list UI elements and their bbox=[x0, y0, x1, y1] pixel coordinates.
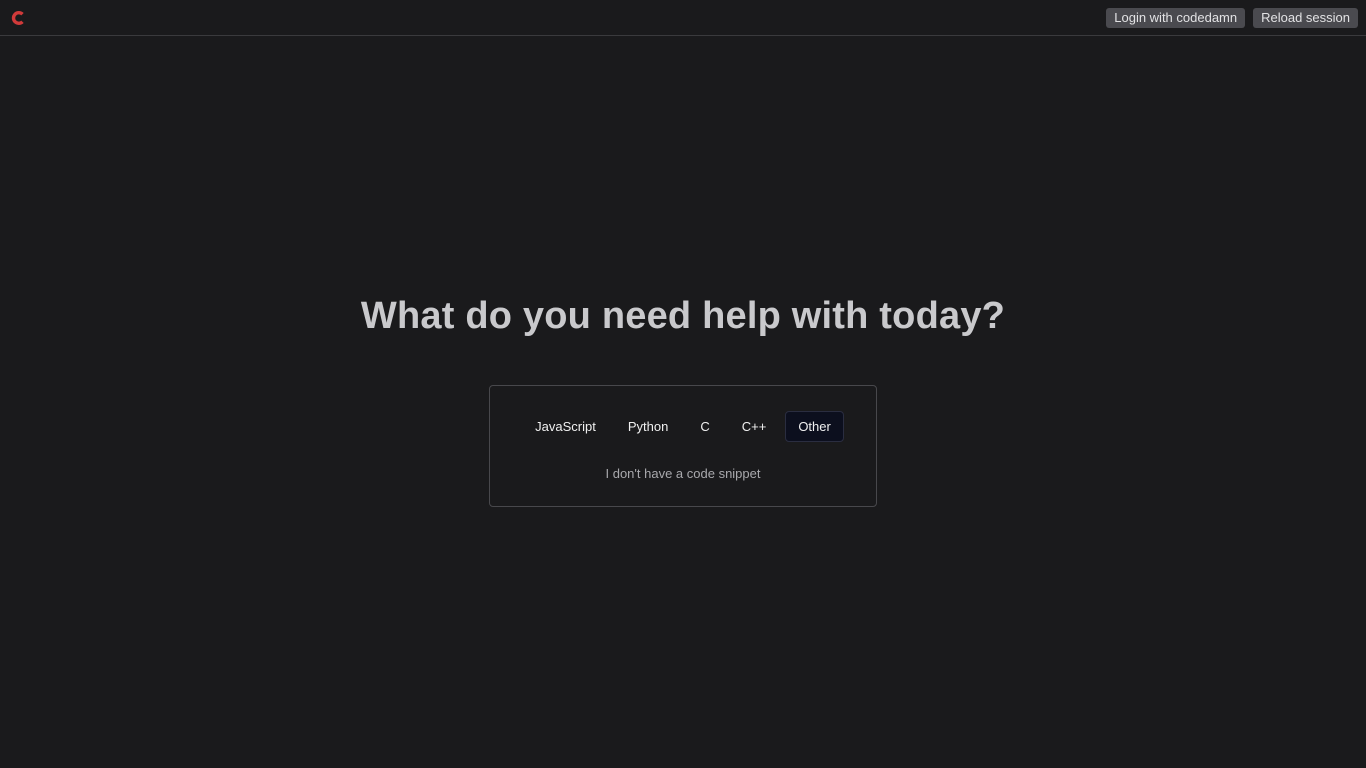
page-title: What do you need help with today? bbox=[360, 295, 1006, 337]
login-button[interactable]: Login with codedamn bbox=[1106, 8, 1246, 28]
language-option-python[interactable]: Python bbox=[615, 411, 681, 442]
language-options: JavaScript Python C C++ Other bbox=[490, 411, 876, 442]
codedamn-logo-icon[interactable] bbox=[10, 8, 26, 28]
reload-session-button[interactable]: Reload session bbox=[1253, 8, 1358, 28]
language-option-c[interactable]: C bbox=[687, 411, 722, 442]
language-option-cpp[interactable]: C++ bbox=[729, 411, 780, 442]
language-option-javascript[interactable]: JavaScript bbox=[522, 411, 609, 442]
language-picker-panel: JavaScript Python C C++ Other I don't ha… bbox=[489, 385, 877, 507]
no-snippet-link[interactable]: I don't have a code snippet bbox=[490, 466, 876, 481]
top-bar: Login with codedamn Reload session bbox=[0, 0, 1366, 36]
top-actions: Login with codedamn Reload session bbox=[1106, 8, 1358, 28]
language-option-other[interactable]: Other bbox=[785, 411, 844, 442]
